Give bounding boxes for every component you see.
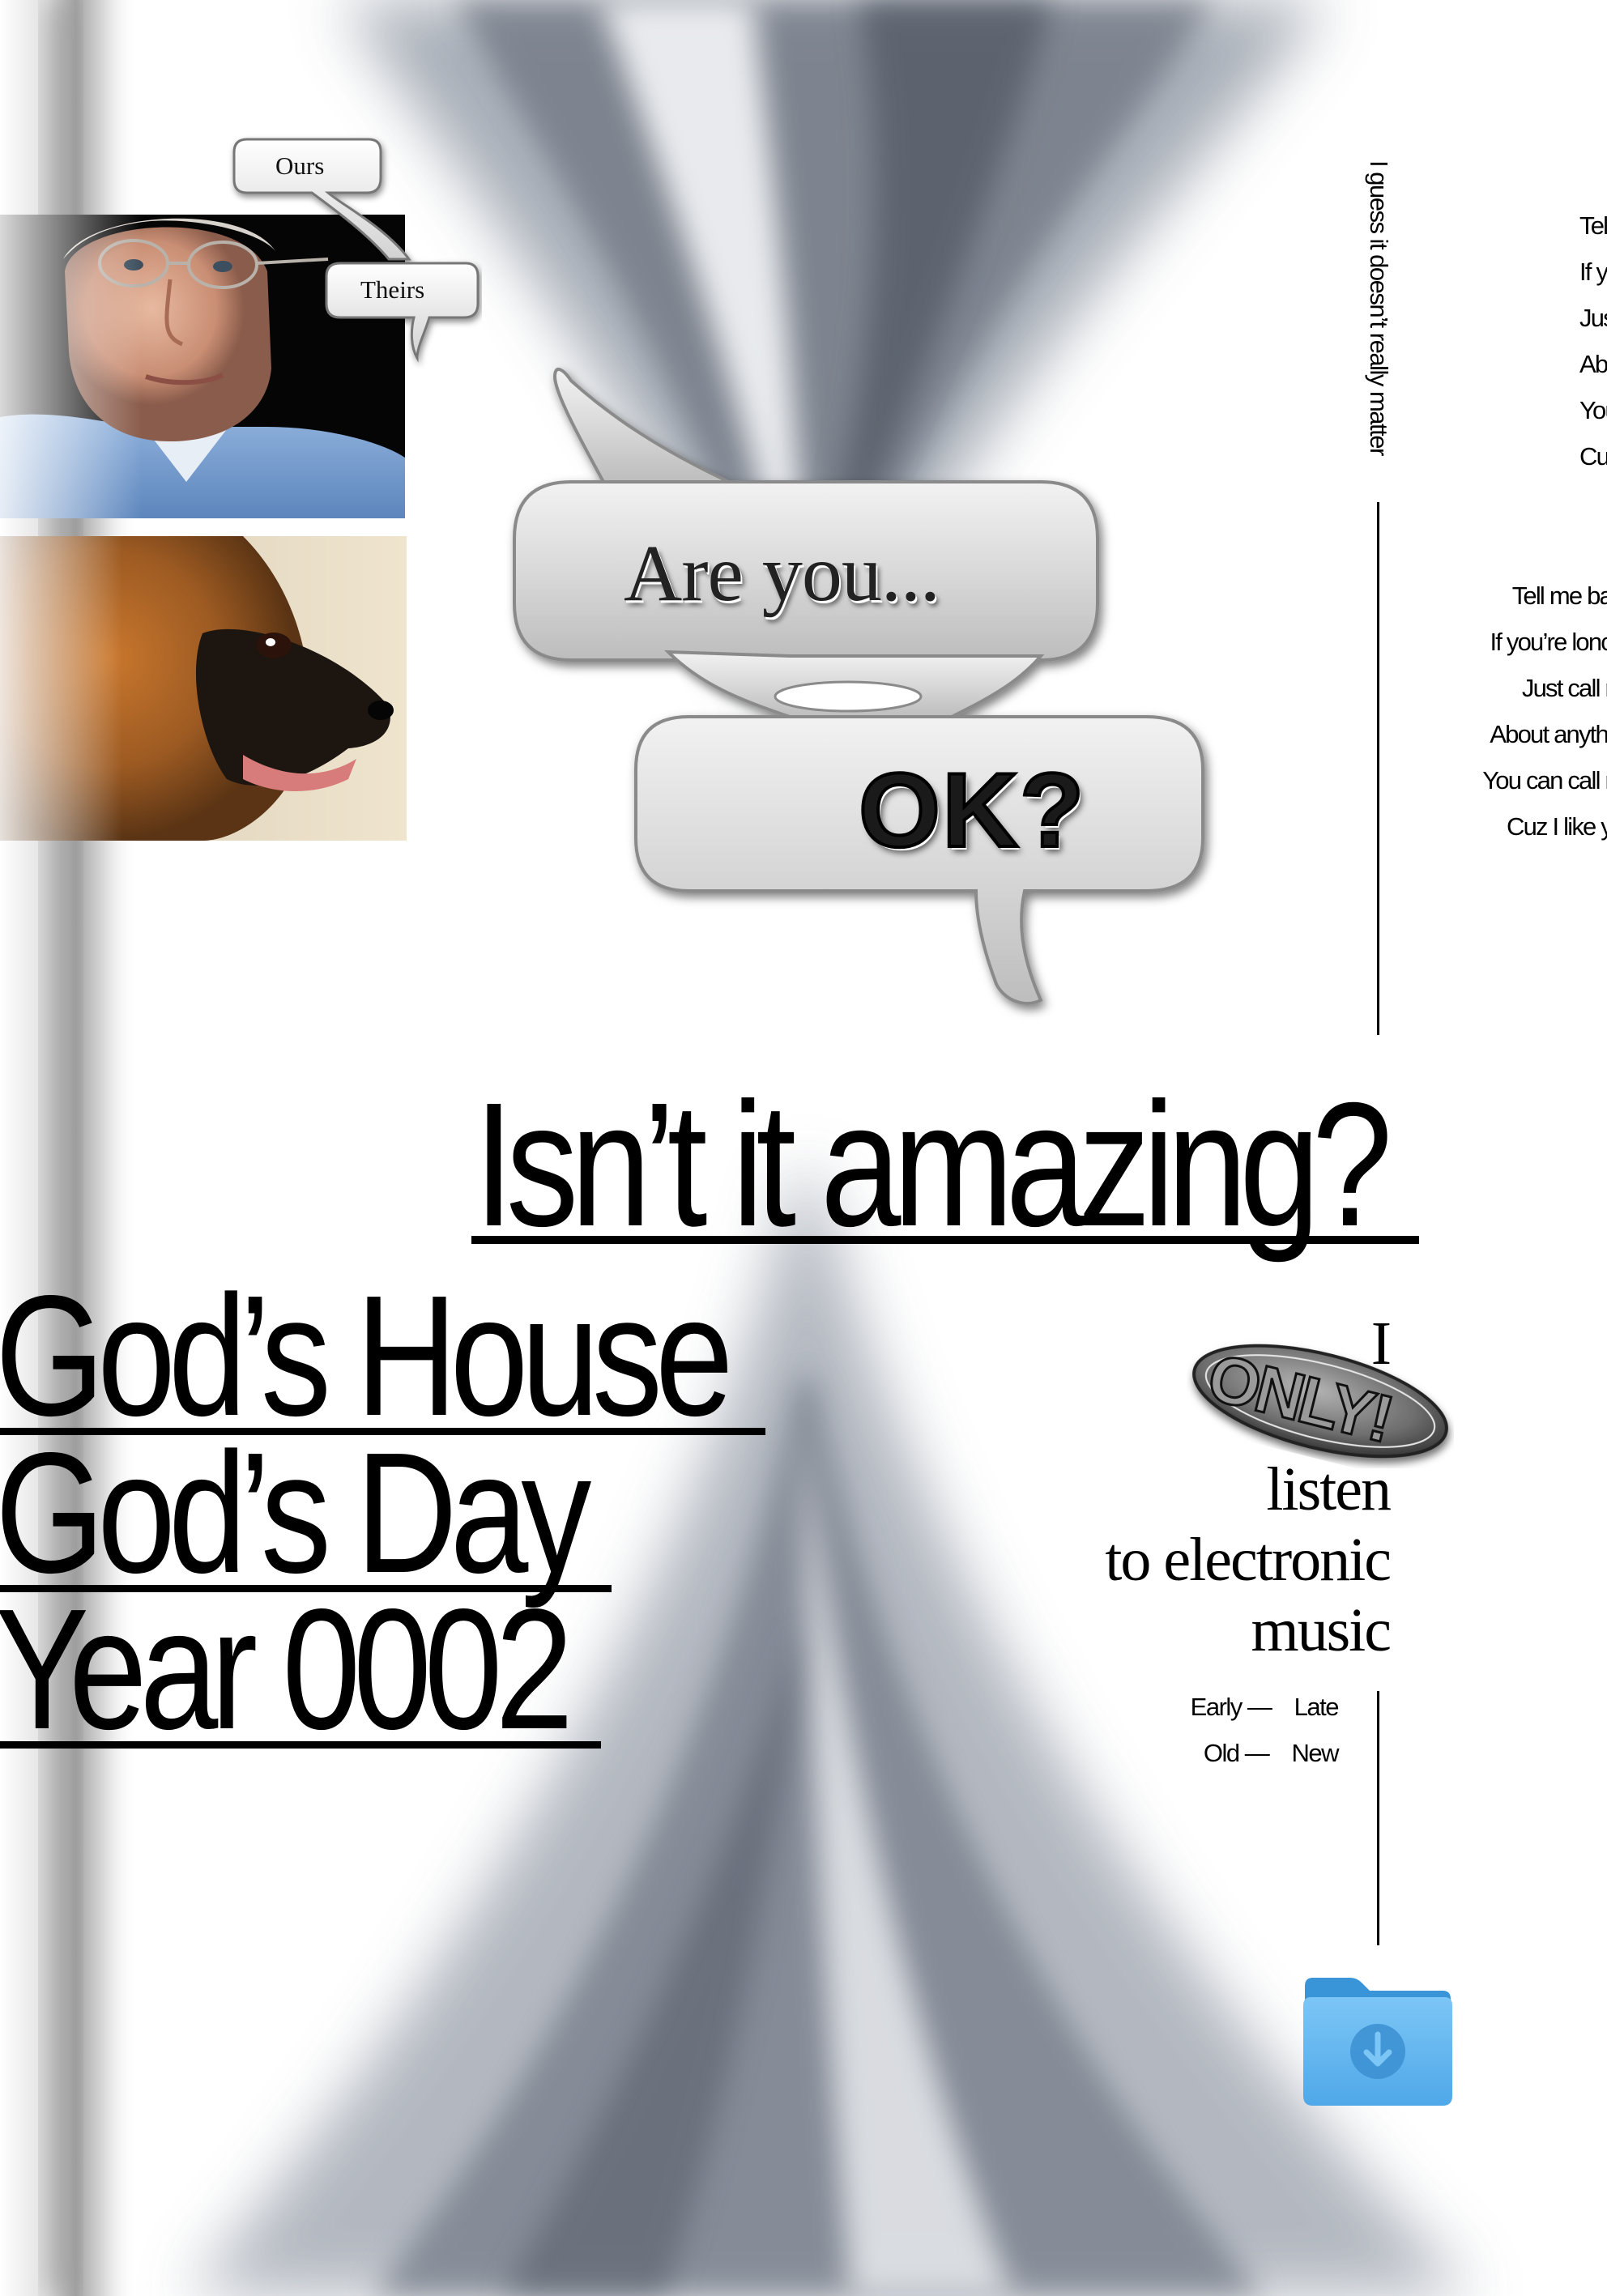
pair-row-2: Old — New — [1166, 1739, 1340, 1768]
pair-right: New — [1291, 1739, 1339, 1767]
music-line: music — [1251, 1596, 1392, 1664]
lyric-line: Jus — [1579, 304, 1607, 332]
pair-right: Late — [1294, 1693, 1340, 1721]
title-line-3-underline — [0, 1741, 601, 1749]
lyric-line: About anythi — [1490, 720, 1607, 748]
title-line-3: Year 0002 — [0, 1573, 573, 1765]
listen-line: listen — [1266, 1455, 1392, 1523]
lyric-line: Tell me ba — [1511, 581, 1607, 610]
pair-left: Old — — [1203, 1739, 1270, 1767]
download-folder-icon[interactable] — [1300, 1974, 1456, 2108]
to-electronic-line: to electronic — [1105, 1526, 1392, 1594]
lyrics-top: Tel If y Jus Abo You Cu — [1579, 202, 1607, 479]
ours-label: Ours — [275, 151, 325, 180]
lyric-line: Abo — [1579, 350, 1607, 378]
lyric-line: Cuz I like y — [1507, 812, 1607, 841]
lyric-line: You — [1579, 396, 1607, 424]
ok-text: OK? — [857, 749, 1086, 871]
theirs-label: Theirs — [360, 275, 425, 304]
lyrics-mid: Tell me ba If you’re lonc Just call r Ab… — [1482, 573, 1607, 850]
pair-row-1: Early — Late — [1166, 1693, 1340, 1722]
divider-line-top — [1377, 502, 1379, 1035]
lyric-line: If y — [1579, 258, 1607, 286]
are-you-text: Are you... — [624, 528, 940, 618]
lyric-line: You can call r — [1482, 766, 1607, 794]
headline-underline — [471, 1236, 1419, 1244]
are-you-ok-bubble-graphic — [513, 368, 1204, 1005]
vertical-lyric: I guess it doesn’t really matter — [1365, 160, 1393, 455]
lyric-line: Cu — [1579, 442, 1607, 471]
ours-theirs-bubbles-graphic — [232, 138, 480, 363]
pair-left: Early — — [1190, 1693, 1272, 1721]
lyric-line: If you’re lonc — [1490, 628, 1607, 656]
lyric-line: Tel — [1579, 211, 1607, 240]
lyric-line: Just call r — [1521, 674, 1607, 702]
divider-line-bottom — [1377, 1691, 1379, 1945]
dog-photo — [0, 536, 407, 841]
headline: Isn’t it amazing? — [474, 1067, 1392, 1263]
